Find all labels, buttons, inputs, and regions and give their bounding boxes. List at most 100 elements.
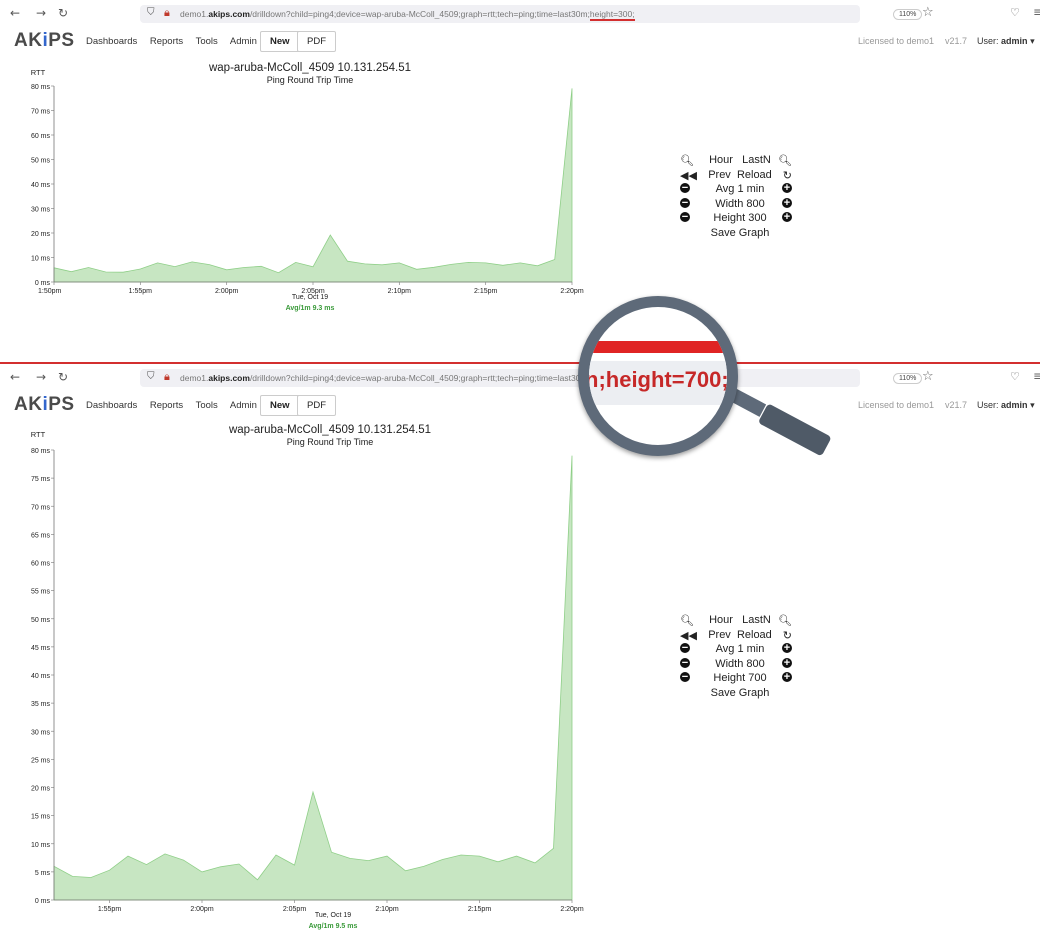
magnifier-lens: n;height=700;	[578, 296, 738, 456]
reload-icon[interactable]: ↻	[58, 370, 68, 384]
graph-controls-top: 🔍︎ Hour LastN 🔍︎ ◀◀ Prev Reload ↻ − Avg 1 min…	[680, 154, 800, 241]
menu-dashboards[interactable]: Dashboards	[86, 36, 137, 47]
x-axis-date: Tue, Oct 19	[315, 912, 351, 919]
lock-icon[interactable]: 🔒︎	[164, 6, 170, 20]
akips-logo[interactable]: AKiPS	[14, 30, 75, 52]
y-tick-label: 80 ms	[31, 84, 51, 91]
y-tick-label: 40 ms	[31, 182, 51, 189]
y-tick-label: 60 ms	[31, 561, 51, 568]
x-tick-label: 1:55pm	[98, 906, 122, 913]
plus-icon[interactable]: +	[782, 212, 792, 223]
menu-dashboards[interactable]: Dashboards	[86, 400, 137, 411]
hour-link[interactable]: Hour	[709, 614, 733, 626]
y-tick-label: 20 ms	[31, 786, 51, 793]
pdf-button[interactable]: PDF	[297, 31, 336, 52]
reload-icon[interactable]: ↻	[58, 6, 68, 20]
y-tick-label: 10 ms	[31, 842, 51, 849]
plus-icon[interactable]: +	[782, 197, 792, 208]
y-tick-label: 40 ms	[31, 673, 51, 680]
x-tick-label: 2:00pm	[215, 288, 239, 295]
pocket-icon[interactable]: ♡	[1010, 370, 1020, 383]
x-tick-label: 1:55pm	[129, 288, 153, 295]
x-tick-label: 2:15pm	[468, 906, 492, 913]
back-icon[interactable]: ←	[10, 6, 20, 20]
y-tick-label: 25 ms	[31, 757, 51, 764]
zoom-in-icon[interactable]: 🔍︎	[778, 154, 792, 167]
panel-height-300: ← → ↻ ⛉ 🔒︎ demo1.akips.com/drilldown?chi…	[0, 0, 1040, 362]
plus-icon[interactable]: +	[782, 183, 792, 194]
main-menu: Dashboards Reports Tools Admin	[86, 400, 267, 411]
reload-link[interactable]: Reload	[737, 169, 772, 181]
y-tick-label: 80 ms	[31, 448, 51, 455]
x-tick-label: 2:05pm	[283, 906, 307, 913]
url-height-param: height=300;	[589, 9, 635, 21]
y-tick-label: 30 ms	[31, 729, 51, 736]
url-text[interactable]: demo1.akips.com/drilldown?child=ping4;de…	[180, 9, 635, 21]
avg-label: Avg/1m 9.5 ms	[309, 923, 358, 930]
menu-reports[interactable]: Reports	[150, 36, 183, 47]
menu-reports[interactable]: Reports	[150, 400, 183, 411]
menu-admin[interactable]: Admin	[230, 400, 257, 411]
rtt-chart-top: wap-aruba-McColl_4509 10.131.254.51 Ping…	[31, 62, 584, 312]
y-tick-label: 15 ms	[31, 814, 51, 821]
back-icon[interactable]: ←	[10, 370, 20, 384]
plus-icon[interactable]: +	[782, 672, 792, 683]
bookmark-star-icon[interactable]: ☆	[922, 369, 934, 384]
hour-link[interactable]: Hour	[709, 154, 733, 166]
zoom-level[interactable]: 110%	[893, 9, 923, 20]
y-axis-label: RTT	[31, 430, 46, 439]
pdf-button[interactable]: PDF	[297, 395, 336, 416]
url-text[interactable]: demo1.akips.com/drilldown?child=ping4;de…	[180, 373, 580, 383]
pocket-icon[interactable]: ♡	[1010, 6, 1020, 19]
x-tick-label: 2:20pm	[560, 288, 584, 295]
prev-link[interactable]: Prev	[708, 629, 731, 641]
akips-logo[interactable]: AKiPS	[14, 394, 75, 416]
zoom-level[interactable]: 110%	[893, 373, 923, 384]
reload-link[interactable]: Reload	[737, 629, 772, 641]
y-axis-label: RTT	[31, 68, 46, 77]
forward-icon[interactable]: →	[36, 370, 46, 384]
lock-icon[interactable]: 🔒︎	[164, 370, 170, 384]
chart-subtitle: Ping Round Trip Time	[287, 437, 374, 447]
app-header: AKiPS Dashboards Reports Tools Admin New…	[0, 29, 1040, 55]
plus-icon[interactable]: +	[782, 643, 792, 654]
refresh-icon[interactable]: ↻	[783, 169, 792, 182]
magnified-url-text: n;height=700;	[585, 367, 729, 392]
magnifier-icon: n;height=700;	[578, 296, 738, 456]
lastn-link[interactable]: LastN	[742, 614, 771, 626]
y-tick-label: 50 ms	[31, 617, 51, 624]
magnifier-red-band	[589, 341, 727, 353]
menu-tools[interactable]: Tools	[196, 36, 218, 47]
hamburger-menu-icon[interactable]: ≡	[1033, 369, 1040, 383]
license-text: Licensed to demo1	[858, 400, 935, 410]
lastn-link[interactable]: LastN	[742, 154, 771, 166]
user-menu[interactable]: User: admin ▾	[977, 36, 1035, 47]
save-graph-link[interactable]: Save Graph	[680, 227, 800, 239]
rtt-chart-bottom: wap-aruba-McColl_4509 10.131.254.51 Ping…	[31, 424, 584, 930]
rtt-area-series	[53, 88, 573, 283]
refresh-icon[interactable]: ↻	[783, 629, 792, 642]
y-tick-label: 70 ms	[31, 504, 51, 511]
shield-icon[interactable]: ⛉	[147, 7, 155, 18]
shield-icon[interactable]: ⛉	[147, 371, 155, 382]
x-tick-label: 2:10pm	[375, 906, 399, 913]
save-graph-link[interactable]: Save Graph	[680, 687, 800, 699]
prev-link[interactable]: Prev	[708, 169, 731, 181]
zoom-in-icon[interactable]: 🔍︎	[778, 614, 792, 627]
forward-icon[interactable]: →	[36, 6, 46, 20]
menu-admin[interactable]: Admin	[230, 36, 257, 47]
user-menu[interactable]: User: admin ▾	[977, 400, 1035, 411]
y-tick-label: 70 ms	[31, 109, 51, 116]
new-button[interactable]: New	[260, 395, 300, 416]
x-axis-date: Tue, Oct 19	[292, 294, 328, 301]
rtt-area-series	[53, 455, 573, 901]
main-menu: Dashboards Reports Tools Admin	[86, 36, 267, 47]
menu-tools[interactable]: Tools	[196, 400, 218, 411]
bookmark-star-icon[interactable]: ☆	[922, 5, 934, 20]
y-tick-label: 50 ms	[31, 158, 51, 165]
y-tick-label: 30 ms	[31, 207, 51, 214]
y-tick-label: 45 ms	[31, 645, 51, 652]
hamburger-menu-icon[interactable]: ≡	[1033, 5, 1040, 19]
new-button[interactable]: New	[260, 31, 300, 52]
plus-icon[interactable]: +	[782, 657, 792, 668]
